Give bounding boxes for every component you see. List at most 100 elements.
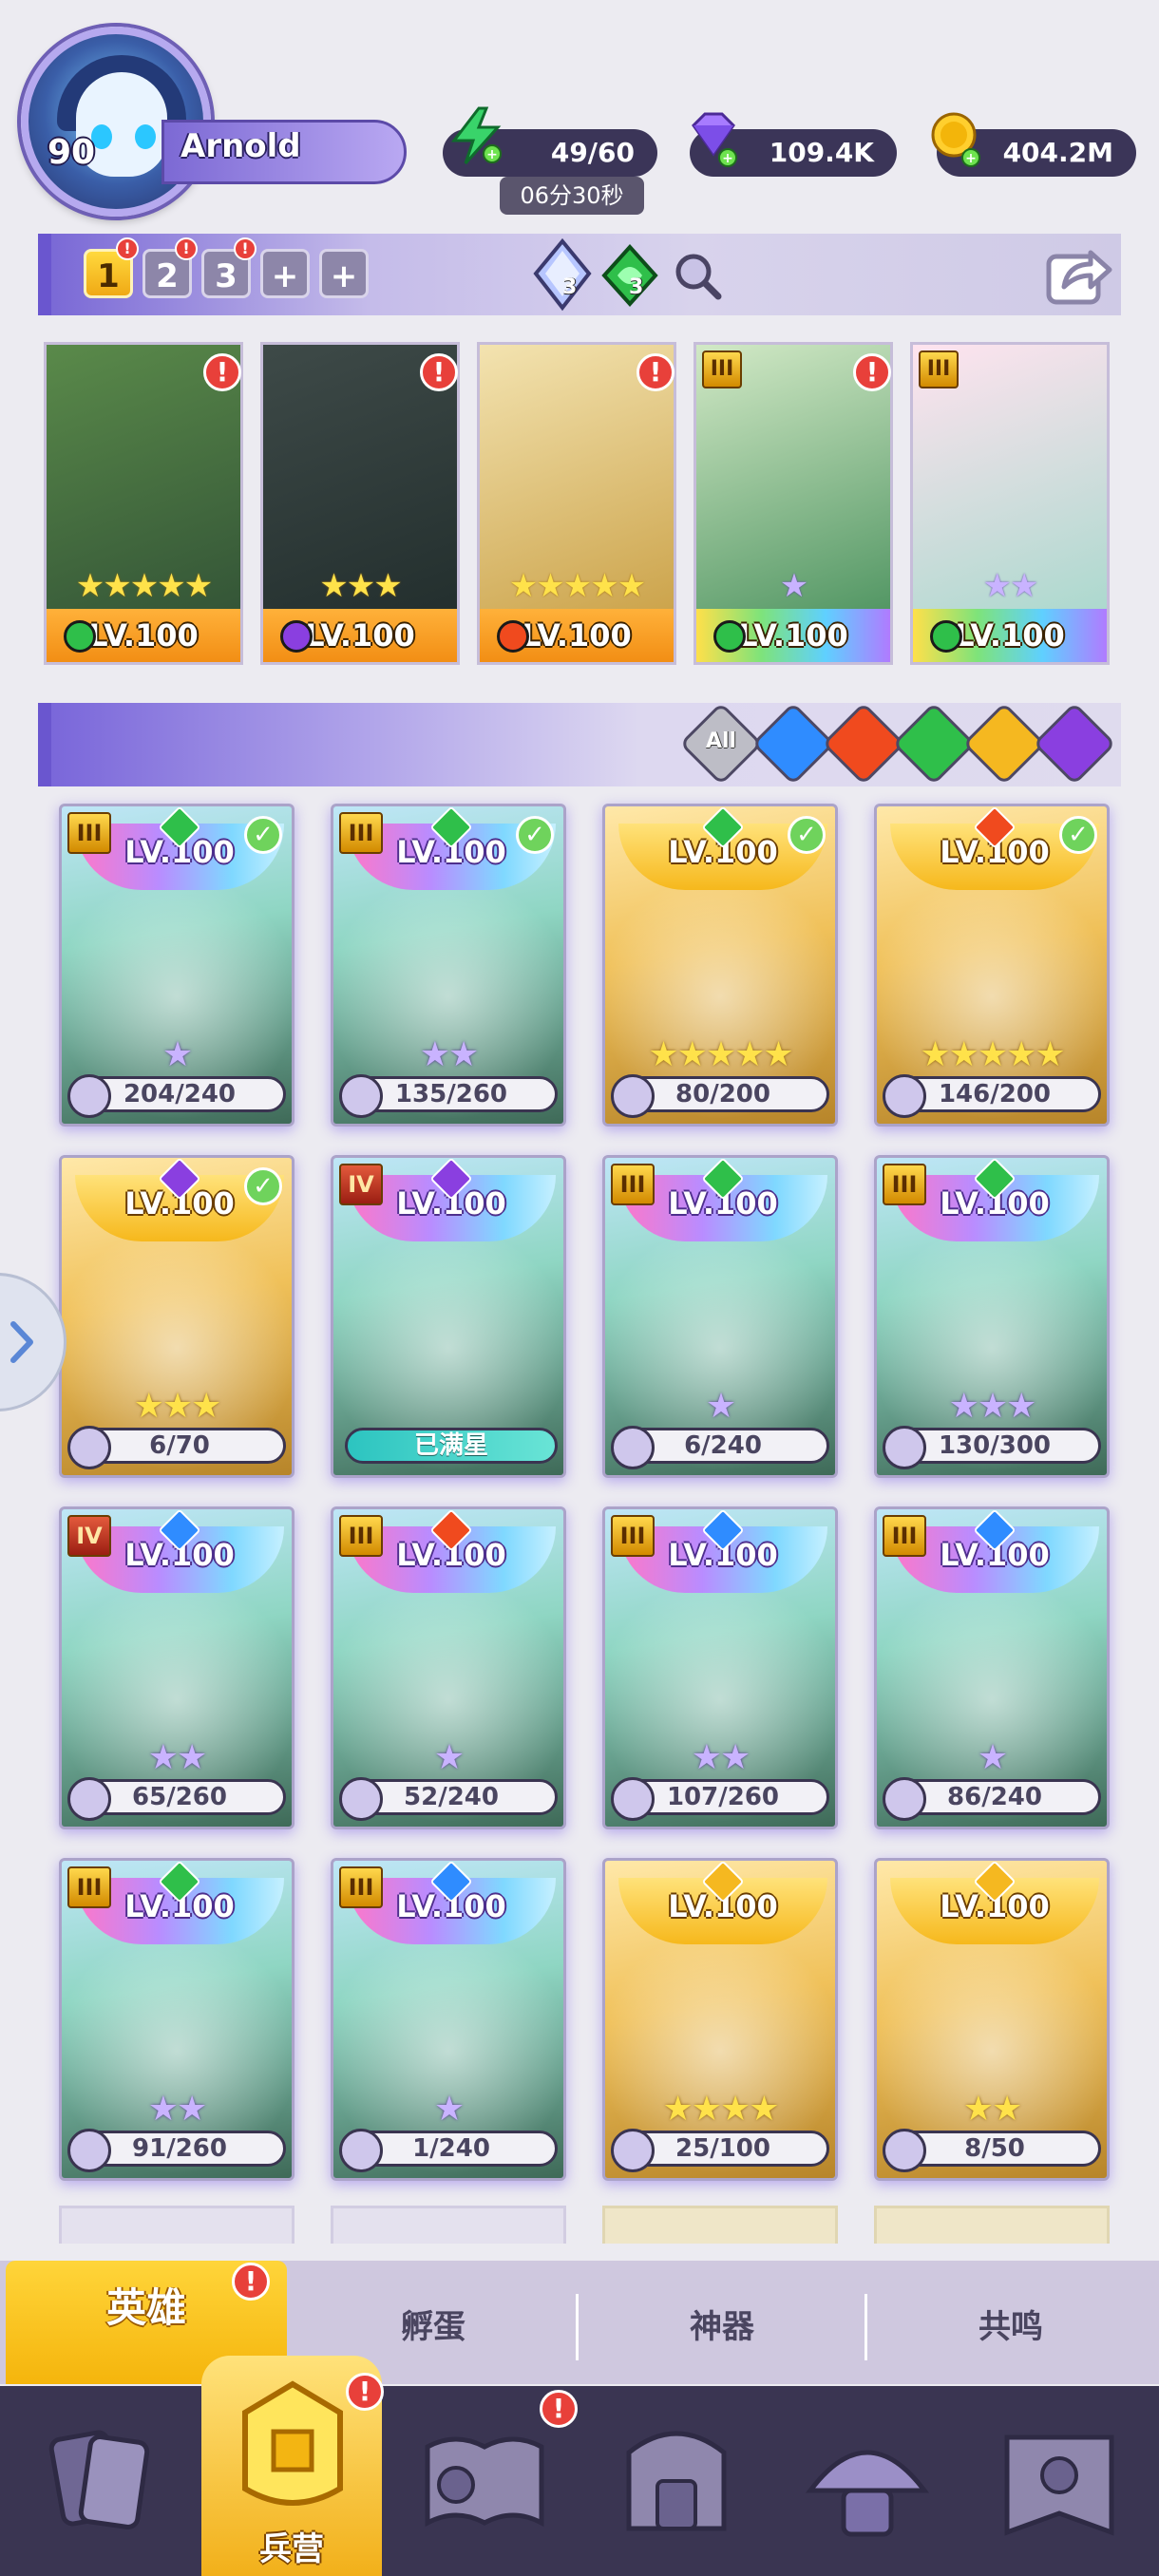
hero-card[interactable]: LV.100 III ★ 6/240: [602, 1155, 838, 1478]
tier-badge: III: [67, 1866, 111, 1908]
hero-card-partial: [331, 2206, 566, 2244]
hero-card[interactable]: LV.100 III ★★★ 130/300: [874, 1155, 1110, 1478]
shard-icon: [339, 2129, 383, 2172]
checkmark-icon: ✓: [788, 816, 826, 854]
tier-badge: III: [883, 1164, 926, 1205]
star-rating: ★★: [962, 2090, 1023, 2129]
book-icon[interactable]: [418, 2418, 551, 2542]
hero-card[interactable]: LV.100 III ★★ 107/260: [602, 1506, 838, 1829]
chevron-right-icon: [10, 1321, 33, 1363]
hero-card[interactable]: LV.100 ✓ ★★★★★ 146/200: [874, 804, 1110, 1127]
shard-icon: [883, 2129, 926, 2172]
hero-card[interactable]: LV.100 III ★★ 91/260: [59, 1858, 294, 2181]
cards-icon[interactable]: [38, 2418, 162, 2542]
tier-badge: IV: [67, 1515, 111, 1557]
add-team-button[interactable]: +: [319, 249, 369, 298]
wind-element-icon: [930, 620, 962, 653]
subtab-divider: [576, 2294, 579, 2360]
team-hero-card[interactable]: ★★★★★ LV.100: [477, 342, 676, 665]
star-rating: ★: [977, 1738, 1008, 1777]
hero-card-partial: [59, 2206, 294, 2244]
tier-badge: IV: [339, 1164, 383, 1205]
checkmark-icon: ✓: [1059, 816, 1097, 854]
shard-icon: [67, 1777, 111, 1821]
tier-badge: III: [611, 1515, 655, 1557]
mushroom-house-icon[interactable]: [796, 2415, 939, 2548]
shard-icon: [611, 1426, 655, 1469]
alert-badge: !: [175, 237, 198, 260]
alert-badge: !: [232, 2263, 270, 2301]
banner-icon[interactable]: [988, 2418, 1130, 2548]
team-hero-card[interactable]: ★★★★★ LV.100: [44, 342, 243, 665]
hero-card[interactable]: LV.100 III ★ 1/240: [331, 1858, 566, 2181]
shard-icon: [67, 1426, 111, 1469]
svg-text:+: +: [722, 151, 733, 166]
team-hero-card[interactable]: ★★ LV.100 III: [910, 342, 1110, 665]
hero-card[interactable]: LV.100 ✓ ★★★★★ 80/200: [602, 804, 838, 1127]
coin-icon: +: [931, 112, 980, 167]
hero-card[interactable]: LV.100 IV ★★ 65/260: [59, 1506, 294, 1829]
star-rating: ★★★: [133, 1387, 222, 1426]
player-name: Arnold: [180, 127, 301, 165]
hero-card-partial: [874, 2206, 1110, 2244]
hero-card-partial: [602, 2206, 838, 2244]
svg-text:+: +: [965, 151, 977, 166]
shard-icon: [67, 1074, 111, 1118]
star-rating: ★: [433, 2090, 465, 2129]
dark-element-icon: [280, 620, 313, 653]
star-rating: ★: [433, 1738, 465, 1777]
team-hero-card[interactable]: ★ LV.100 III: [694, 342, 893, 665]
hero-card[interactable]: LV.100 III ✓ ★ 204/240: [59, 804, 294, 1127]
star-rating: ★★★★★: [75, 567, 213, 605]
search-icon[interactable]: [671, 249, 724, 302]
star-rating: ★: [705, 1387, 736, 1426]
hero-card[interactable]: LV.100 III ✓ ★★ 135/260: [331, 804, 566, 1127]
star-rating: ★★: [691, 1738, 751, 1777]
fire-element-icon: [497, 620, 529, 653]
hero-card[interactable]: LV.100 ✓ ★★★ 6/70: [59, 1155, 294, 1478]
alert-badge: !: [234, 237, 256, 260]
hero-card[interactable]: LV.100 ★★★★ 25/100: [602, 1858, 838, 2181]
star-rating: ★★: [147, 1738, 208, 1777]
shard-icon: [67, 2129, 111, 2172]
subtab-artifacts[interactable]: 神器: [580, 2261, 864, 2384]
alert-badge: !: [636, 353, 674, 391]
temple-icon[interactable]: [610, 2415, 743, 2544]
star-rating: ★: [162, 1035, 193, 1074]
tier-badge: III: [919, 350, 959, 388]
avatar-eye: [135, 124, 156, 149]
tier-badge: III: [702, 350, 742, 388]
shard-icon: [611, 1074, 655, 1118]
tier-badge: III: [339, 812, 383, 854]
bottom-nav: [0, 2386, 1159, 2576]
star-rating: ★★★: [948, 1387, 1037, 1426]
tier-badge: III: [339, 1866, 383, 1908]
checkmark-icon: ✓: [244, 1167, 282, 1205]
shard-icon: [611, 2129, 655, 2172]
subtab-divider: [864, 2294, 867, 2360]
tier-badge: III: [883, 1515, 926, 1557]
lightning-icon: +: [450, 106, 502, 165]
hero-card[interactable]: LV.100 ★★ 8/50: [874, 1858, 1110, 2181]
alert-badge: !: [853, 353, 891, 391]
shard-icon: [339, 1074, 383, 1118]
add-team-button[interactable]: +: [260, 249, 310, 298]
subtab-resonance[interactable]: 共鸣: [868, 2261, 1153, 2384]
green-crystal-count: 3: [629, 275, 644, 299]
team-hero-card[interactable]: ★★★ LV.100: [260, 342, 460, 665]
star-rating: ★★★★★: [508, 567, 646, 605]
energy-value: 49/60: [550, 137, 635, 168]
alert-badge: !: [540, 2390, 578, 2428]
shard-progress: 已满星: [345, 1428, 558, 1464]
gems-value: 109.4K: [769, 137, 874, 168]
hero-card[interactable]: LV.100 III ★ 86/240: [874, 1506, 1110, 1829]
share-icon[interactable]: [1043, 239, 1113, 310]
player-level: 90: [48, 133, 96, 172]
tier-badge: III: [339, 1515, 383, 1557]
hero-card[interactable]: LV.100 IV 已满星: [331, 1155, 566, 1478]
star-rating: ★★: [147, 2090, 208, 2129]
alert-badge: !: [203, 353, 241, 391]
hero-card[interactable]: LV.100 III ★ 52/240: [331, 1506, 566, 1829]
checkmark-icon: ✓: [244, 816, 282, 854]
alert-badge: !: [346, 2373, 384, 2411]
